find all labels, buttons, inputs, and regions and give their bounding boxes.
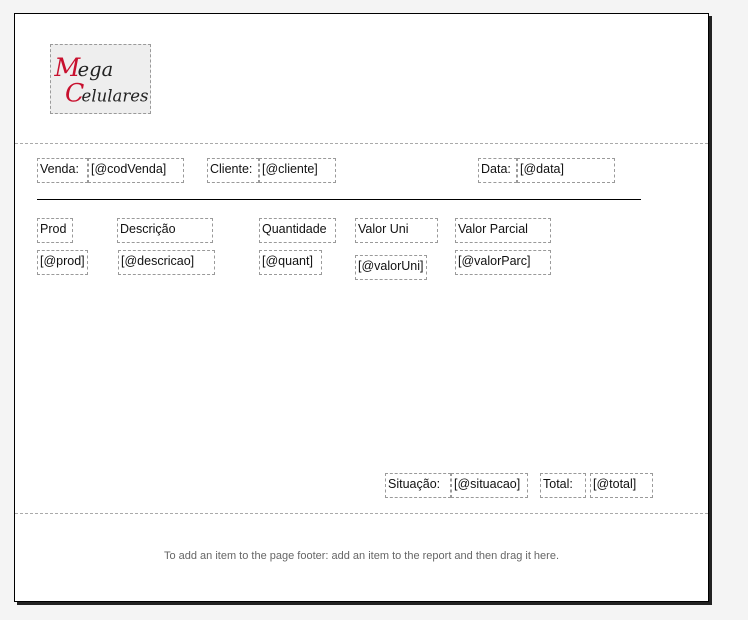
header-separator: [15, 143, 708, 144]
situacao-label[interactable]: Situação:: [385, 473, 451, 498]
situacao-value[interactable]: [@situacao]: [451, 473, 528, 498]
cliente-value[interactable]: [@cliente]: [259, 158, 336, 183]
value-descricao[interactable]: [@descricao]: [118, 250, 215, 275]
report-page: M ega C elulares Venda: [@codVenda] Clie…: [14, 13, 709, 602]
venda-label[interactable]: Venda:: [37, 158, 88, 183]
value-valor-uni[interactable]: [@valorUni]: [355, 255, 427, 280]
header-prod[interactable]: Prod: [37, 218, 73, 243]
header-valor-parcial[interactable]: Valor Parcial: [455, 218, 551, 243]
header-quantidade[interactable]: Quantidade: [259, 218, 336, 243]
page-footer-hint: To add an item to the page footer: add a…: [163, 550, 560, 562]
data-label[interactable]: Data:: [478, 158, 517, 183]
total-value[interactable]: [@total]: [590, 473, 653, 498]
total-label[interactable]: Total:: [540, 473, 586, 498]
value-valor-parc[interactable]: [@valorParc]: [455, 250, 551, 275]
logo-image[interactable]: M ega C elulares: [50, 44, 151, 114]
venda-value[interactable]: [@codVenda]: [88, 158, 184, 183]
svg-text:elulares: elulares: [82, 86, 149, 105]
header-valor-uni[interactable]: Valor Uni: [355, 218, 438, 243]
header-descricao[interactable]: Descrição: [117, 218, 213, 243]
value-prod[interactable]: [@prod]: [37, 250, 88, 275]
footer-separator: [15, 513, 708, 514]
cliente-label[interactable]: Cliente:: [207, 158, 259, 183]
data-value[interactable]: [@data]: [517, 158, 615, 183]
divider-line[interactable]: [37, 199, 641, 200]
value-quant[interactable]: [@quant]: [259, 250, 322, 275]
mega-celulares-logo: M ega C elulares: [53, 53, 149, 107]
